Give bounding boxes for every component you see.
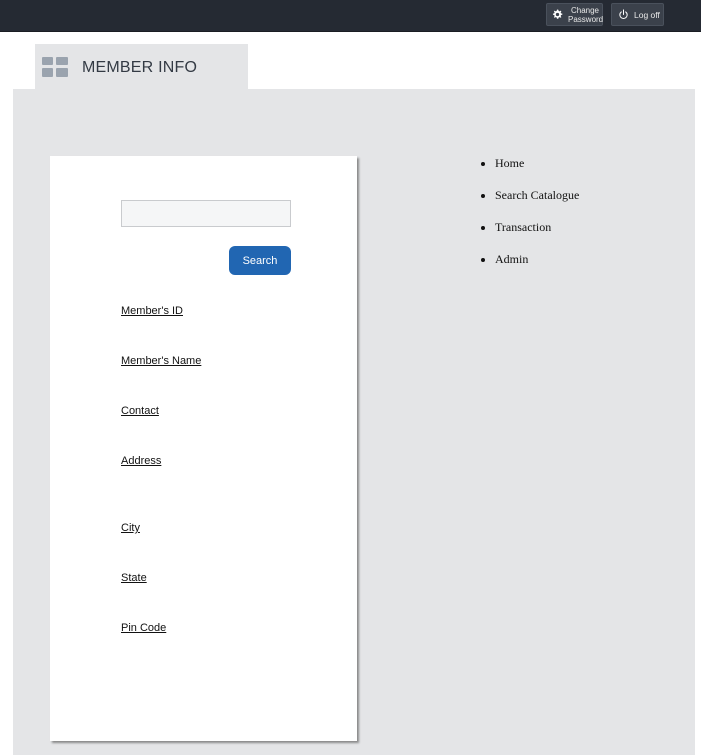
change-password-button[interactable]: Change Password xyxy=(546,3,603,26)
member-name-link[interactable]: Member's Name xyxy=(121,355,201,367)
contact-link[interactable]: Contact xyxy=(121,405,159,417)
member-search-card: Search Member's ID Member's Name Contact… xyxy=(50,156,357,741)
address-link[interactable]: Address xyxy=(121,455,161,467)
nav-item-transaction[interactable]: Transaction xyxy=(495,219,579,251)
log-off-label: Log off xyxy=(634,9,660,20)
nav-item-search-catalogue[interactable]: Search Catalogue xyxy=(495,187,579,219)
nav-item-home[interactable]: Home xyxy=(495,155,579,187)
grid-icon xyxy=(42,57,68,77)
member-info-tab: MEMBER INFO xyxy=(35,44,248,89)
power-icon xyxy=(619,9,628,20)
state-link[interactable]: State xyxy=(121,572,147,584)
search-input[interactable] xyxy=(121,200,291,227)
gear-icon xyxy=(552,9,563,19)
top-bar: Change Password Log off xyxy=(0,0,701,32)
city-link[interactable]: City xyxy=(121,522,140,534)
log-off-button[interactable]: Log off xyxy=(611,3,664,26)
main-panel: Search Member's ID Member's Name Contact… xyxy=(13,89,695,755)
pin-code-link[interactable]: Pin Code xyxy=(121,622,166,634)
nav-menu: Home Search Catalogue Transaction Admin xyxy=(479,155,579,283)
search-button[interactable]: Search xyxy=(229,246,291,275)
nav-item-admin[interactable]: Admin xyxy=(495,251,579,283)
member-id-link[interactable]: Member's ID xyxy=(121,305,183,317)
page-title: MEMBER INFO xyxy=(82,59,198,76)
change-password-label: Change Password xyxy=(568,5,604,24)
